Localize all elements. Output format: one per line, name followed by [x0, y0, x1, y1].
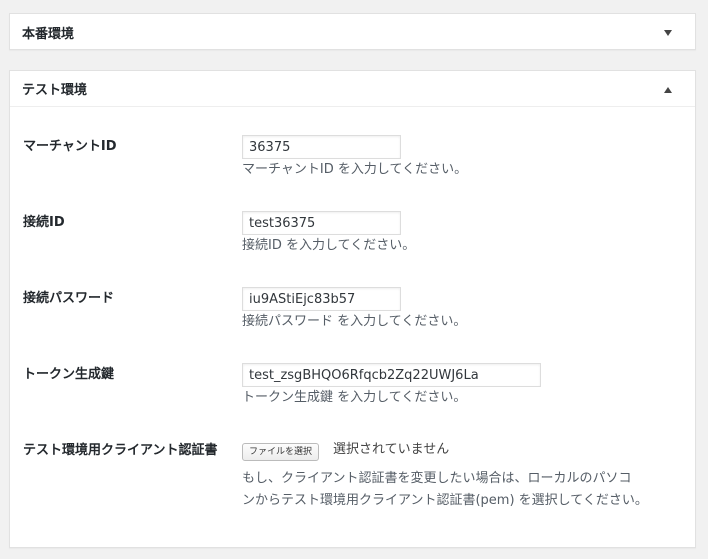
connection-password-label: 接続パスワード: [23, 291, 115, 306]
token-key-input[interactable]: [242, 363, 541, 387]
connection-password-input[interactable]: [242, 287, 401, 311]
merchant-id-input[interactable]: [242, 135, 401, 159]
triangle-down-icon: [664, 30, 672, 36]
token-key-description: トークン生成鍵 を入力してください。: [242, 390, 467, 405]
connection-id-description: 接続ID を入力してください。: [242, 238, 416, 253]
production-environment-panel: 本番環境: [9, 13, 696, 50]
connection-password-description: 接続パスワード を入力してください。: [242, 314, 467, 329]
file-status-text: 選択されていません: [333, 442, 450, 457]
triangle-up-icon: [664, 87, 672, 93]
client-cert-label: テスト環境用クライアント認証書: [23, 443, 218, 458]
test-environment-panel: テスト環境 マーチャントID マーチャントID を入力してください。 接続ID …: [9, 70, 696, 548]
choose-file-button[interactable]: ファイルを選択: [242, 443, 320, 461]
client-cert-description-line-1: もし、クライアント認証書を変更したい場合は、ローカルのパソコ: [242, 471, 632, 486]
test-panel-header[interactable]: テスト環境: [10, 71, 695, 107]
production-panel-header[interactable]: 本番環境: [10, 14, 695, 50]
connection-id-input[interactable]: [242, 211, 401, 235]
merchant-id-label: マーチャントID: [23, 139, 117, 154]
production-panel-title: 本番環境: [22, 26, 75, 42]
client-cert-description-line-2: ンからテスト環境用クライアント認証書(pem) を選択してください。: [242, 493, 648, 508]
connection-id-label: 接続ID: [23, 215, 65, 230]
collapse-toggle-button[interactable]: [661, 83, 675, 97]
merchant-id-description: マーチャントID を入力してください。: [242, 162, 468, 177]
token-key-label: トークン生成鍵: [23, 367, 115, 382]
collapse-toggle-button[interactable]: [661, 26, 675, 40]
test-panel-title: テスト環境: [22, 83, 88, 98]
